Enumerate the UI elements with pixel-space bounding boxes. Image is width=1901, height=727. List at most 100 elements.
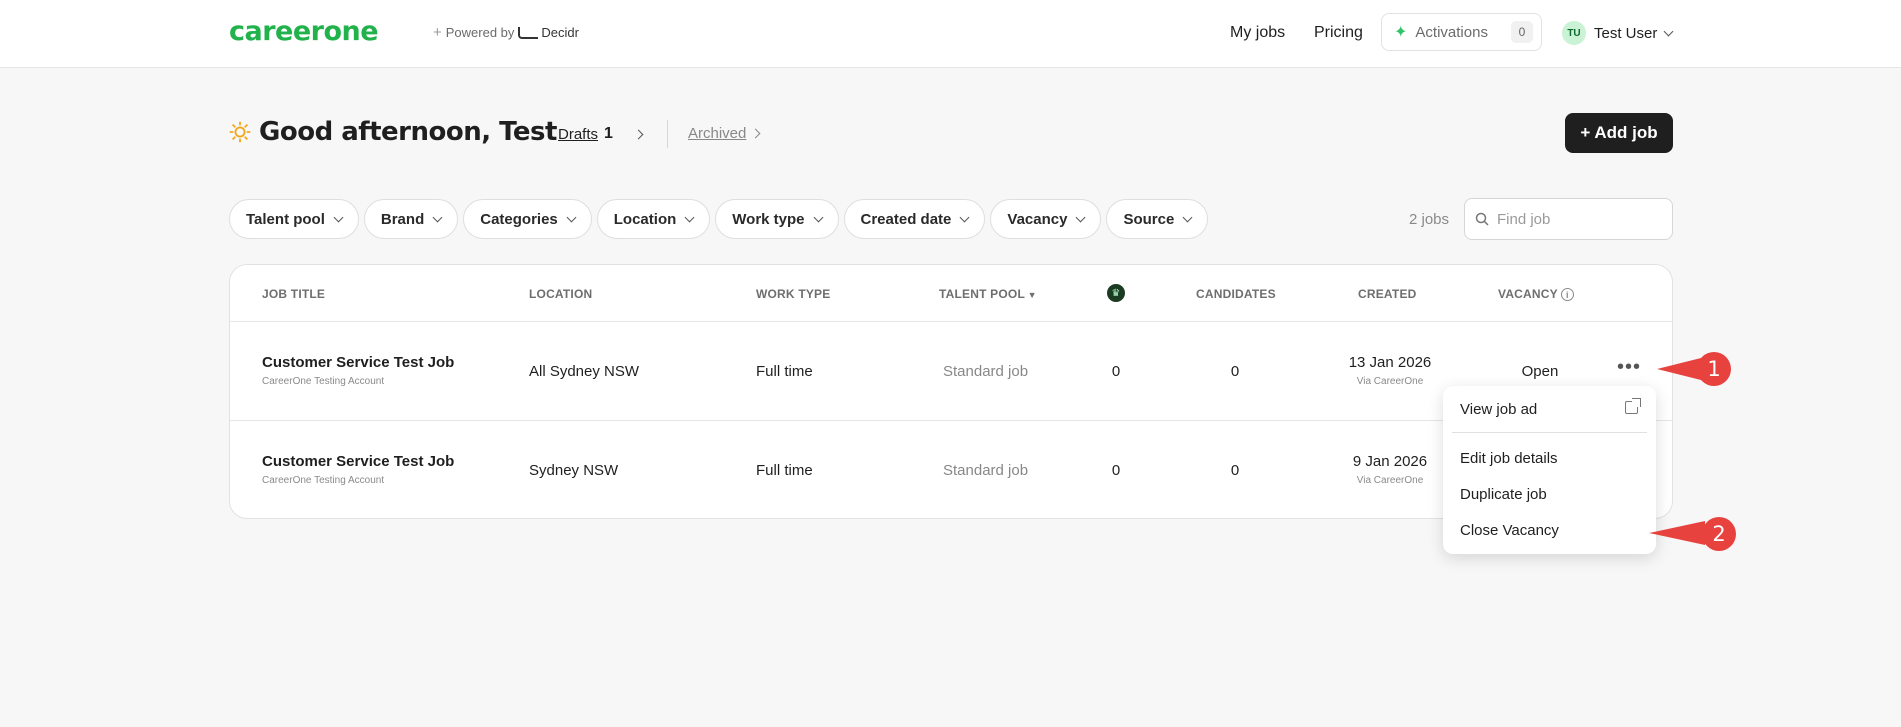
sparkle-icon: ✦ [1394,24,1408,41]
job-candidates[interactable]: 0 [1215,462,1255,479]
job-created-cell: 9 Jan 2026 Via CareerOne [1320,453,1460,486]
annotation-marker-2: 2 [1702,517,1736,551]
job-title[interactable]: Customer Service Test Job [262,453,454,470]
job-location: Sydney NSW [529,462,619,479]
menu-edit-job-details[interactable]: Edit job details [1460,450,1558,467]
job-account: CareerOne Testing Account [262,475,385,486]
filter-label: Work type [732,210,805,228]
filter-location[interactable]: Location [596,199,711,239]
careerone-logo[interactable]: careerone [229,16,379,47]
job-created-date: 13 Jan 2026 [1348,354,1432,371]
user-name: Test User [1594,24,1658,42]
chevron-down-icon [432,212,443,222]
chevron-down-icon [566,212,577,222]
search-icon [1475,212,1489,226]
more-options-icon[interactable]: ••• [1617,357,1641,377]
info-icon: i [1560,288,1574,302]
job-title[interactable]: Customer Service Test Job [262,354,454,371]
filter-work-type[interactable]: Work type [715,199,839,239]
archived-link[interactable]: Archived [688,125,761,142]
job-created-cell: 13 Jan 2026 Via CareerOne [1320,354,1460,387]
decidr-mark-icon [518,26,539,39]
job-title-cell: Customer Service Test Job CareerOne Test… [262,453,454,486]
activations-label: Activations [1415,23,1488,41]
header-premium[interactable]: ♛ [1107,284,1125,302]
job-vacancy-status: Open [1521,363,1559,380]
user-menu[interactable]: TU Test User [1562,21,1674,45]
chevron-down-icon [684,212,695,222]
filter-created-date[interactable]: Created date [843,199,986,239]
header-job-title[interactable]: JOB TITLE [262,287,325,301]
job-premium-count: 0 [1111,462,1121,479]
external-link-icon [1625,398,1641,414]
talent-pool-label: TALENT POOL [939,287,1025,301]
job-created-via: Via CareerOne [1356,376,1424,387]
chevron-down-icon [1076,212,1086,222]
nav-my-jobs[interactable]: My jobs [1230,24,1285,42]
search-input[interactable] [1497,210,1657,228]
job-talent-pool: Standard job [943,363,1029,380]
filter-bar: Talent pool Brand Categories Location Wo… [229,199,1209,239]
filter-talent-pool[interactable]: Talent pool [229,199,359,239]
jobs-count: 2 jobs [1409,211,1450,228]
row-actions-menu: View job ad Edit job details Duplicate j… [1443,386,1656,554]
activations-button[interactable]: ✦ Activations 0 [1381,13,1542,51]
filter-brand[interactable]: Brand [363,199,459,239]
menu-divider [1452,432,1647,433]
job-title-cell: Customer Service Test Job CareerOne Test… [262,354,454,387]
header-location[interactable]: LOCATION [529,287,592,301]
greeting: Good afternoon, Test [229,117,557,147]
powered-by-label: Powered by [445,25,515,40]
job-location: All Sydney NSW [529,363,640,380]
chevron-right-icon [750,128,761,139]
crown-icon: ♛ [1107,284,1125,302]
powered-by: + Powered by Decidr [433,24,579,41]
header-work-type[interactable]: WORK TYPE [756,287,830,301]
menu-close-vacancy[interactable]: Close Vacancy [1460,522,1559,539]
job-work-type: Full time [756,363,813,380]
decidr-label: Decidr [541,25,579,40]
sort-down-icon: ▼ [1024,290,1037,300]
divider [667,120,668,148]
decidr-logo: Decidr [518,25,579,40]
filter-label: Created date [860,210,952,228]
job-account: CareerOne Testing Account [262,376,385,387]
nav-pricing[interactable]: Pricing [1314,24,1363,42]
job-created-via: Via CareerOne [1356,475,1424,486]
filter-categories[interactable]: Categories [463,199,592,239]
header-talent-pool[interactable]: TALENT POOL ▼ [939,287,1037,301]
filter-label: Location [613,210,677,228]
chevron-down-icon [1182,212,1193,222]
job-talent-pool: Standard job [943,462,1029,479]
job-candidates[interactable]: 0 [1215,363,1255,380]
filter-label: Source [1123,210,1175,228]
table-header: JOB TITLE LOCATION WORK TYPE TALENT POOL… [230,265,1672,322]
chevron-down-icon [1663,26,1674,36]
menu-view-job-ad[interactable]: View job ad [1460,401,1640,418]
chevron-down-icon [959,212,970,222]
job-work-type: Full time [756,462,813,479]
job-created-date: 9 Jan 2026 [1352,453,1428,470]
search-box [1464,198,1673,240]
drafts-link[interactable]: Drafts 1 [558,125,644,143]
chevron-right-icon [633,129,644,139]
filter-label: Talent pool [246,210,325,228]
add-job-button[interactable]: + Add job [1565,113,1673,153]
chevron-down-icon [813,212,823,222]
archived-label: Archived [688,125,747,142]
filter-label: Brand [380,210,425,228]
annotation-marker-1: 1 [1697,352,1731,386]
filter-vacancy[interactable]: Vacancy [990,199,1102,239]
filter-label: Categories [480,210,558,228]
filter-label: Vacancy [1007,210,1068,228]
header-created[interactable]: CREATED [1358,287,1417,301]
header-vacancy[interactable]: VACANCY i [1498,287,1574,302]
filter-source[interactable]: Source [1106,199,1209,239]
header-candidates[interactable]: CANDIDATES [1196,287,1276,301]
menu-duplicate-job[interactable]: Duplicate job [1460,486,1547,503]
menu-item-label: View job ad [1460,401,1538,418]
vacancy-label: VACANCY [1498,287,1558,301]
sun-icon [229,121,251,143]
drafts-count: 1 [604,125,613,142]
job-premium-count: 0 [1111,363,1121,380]
